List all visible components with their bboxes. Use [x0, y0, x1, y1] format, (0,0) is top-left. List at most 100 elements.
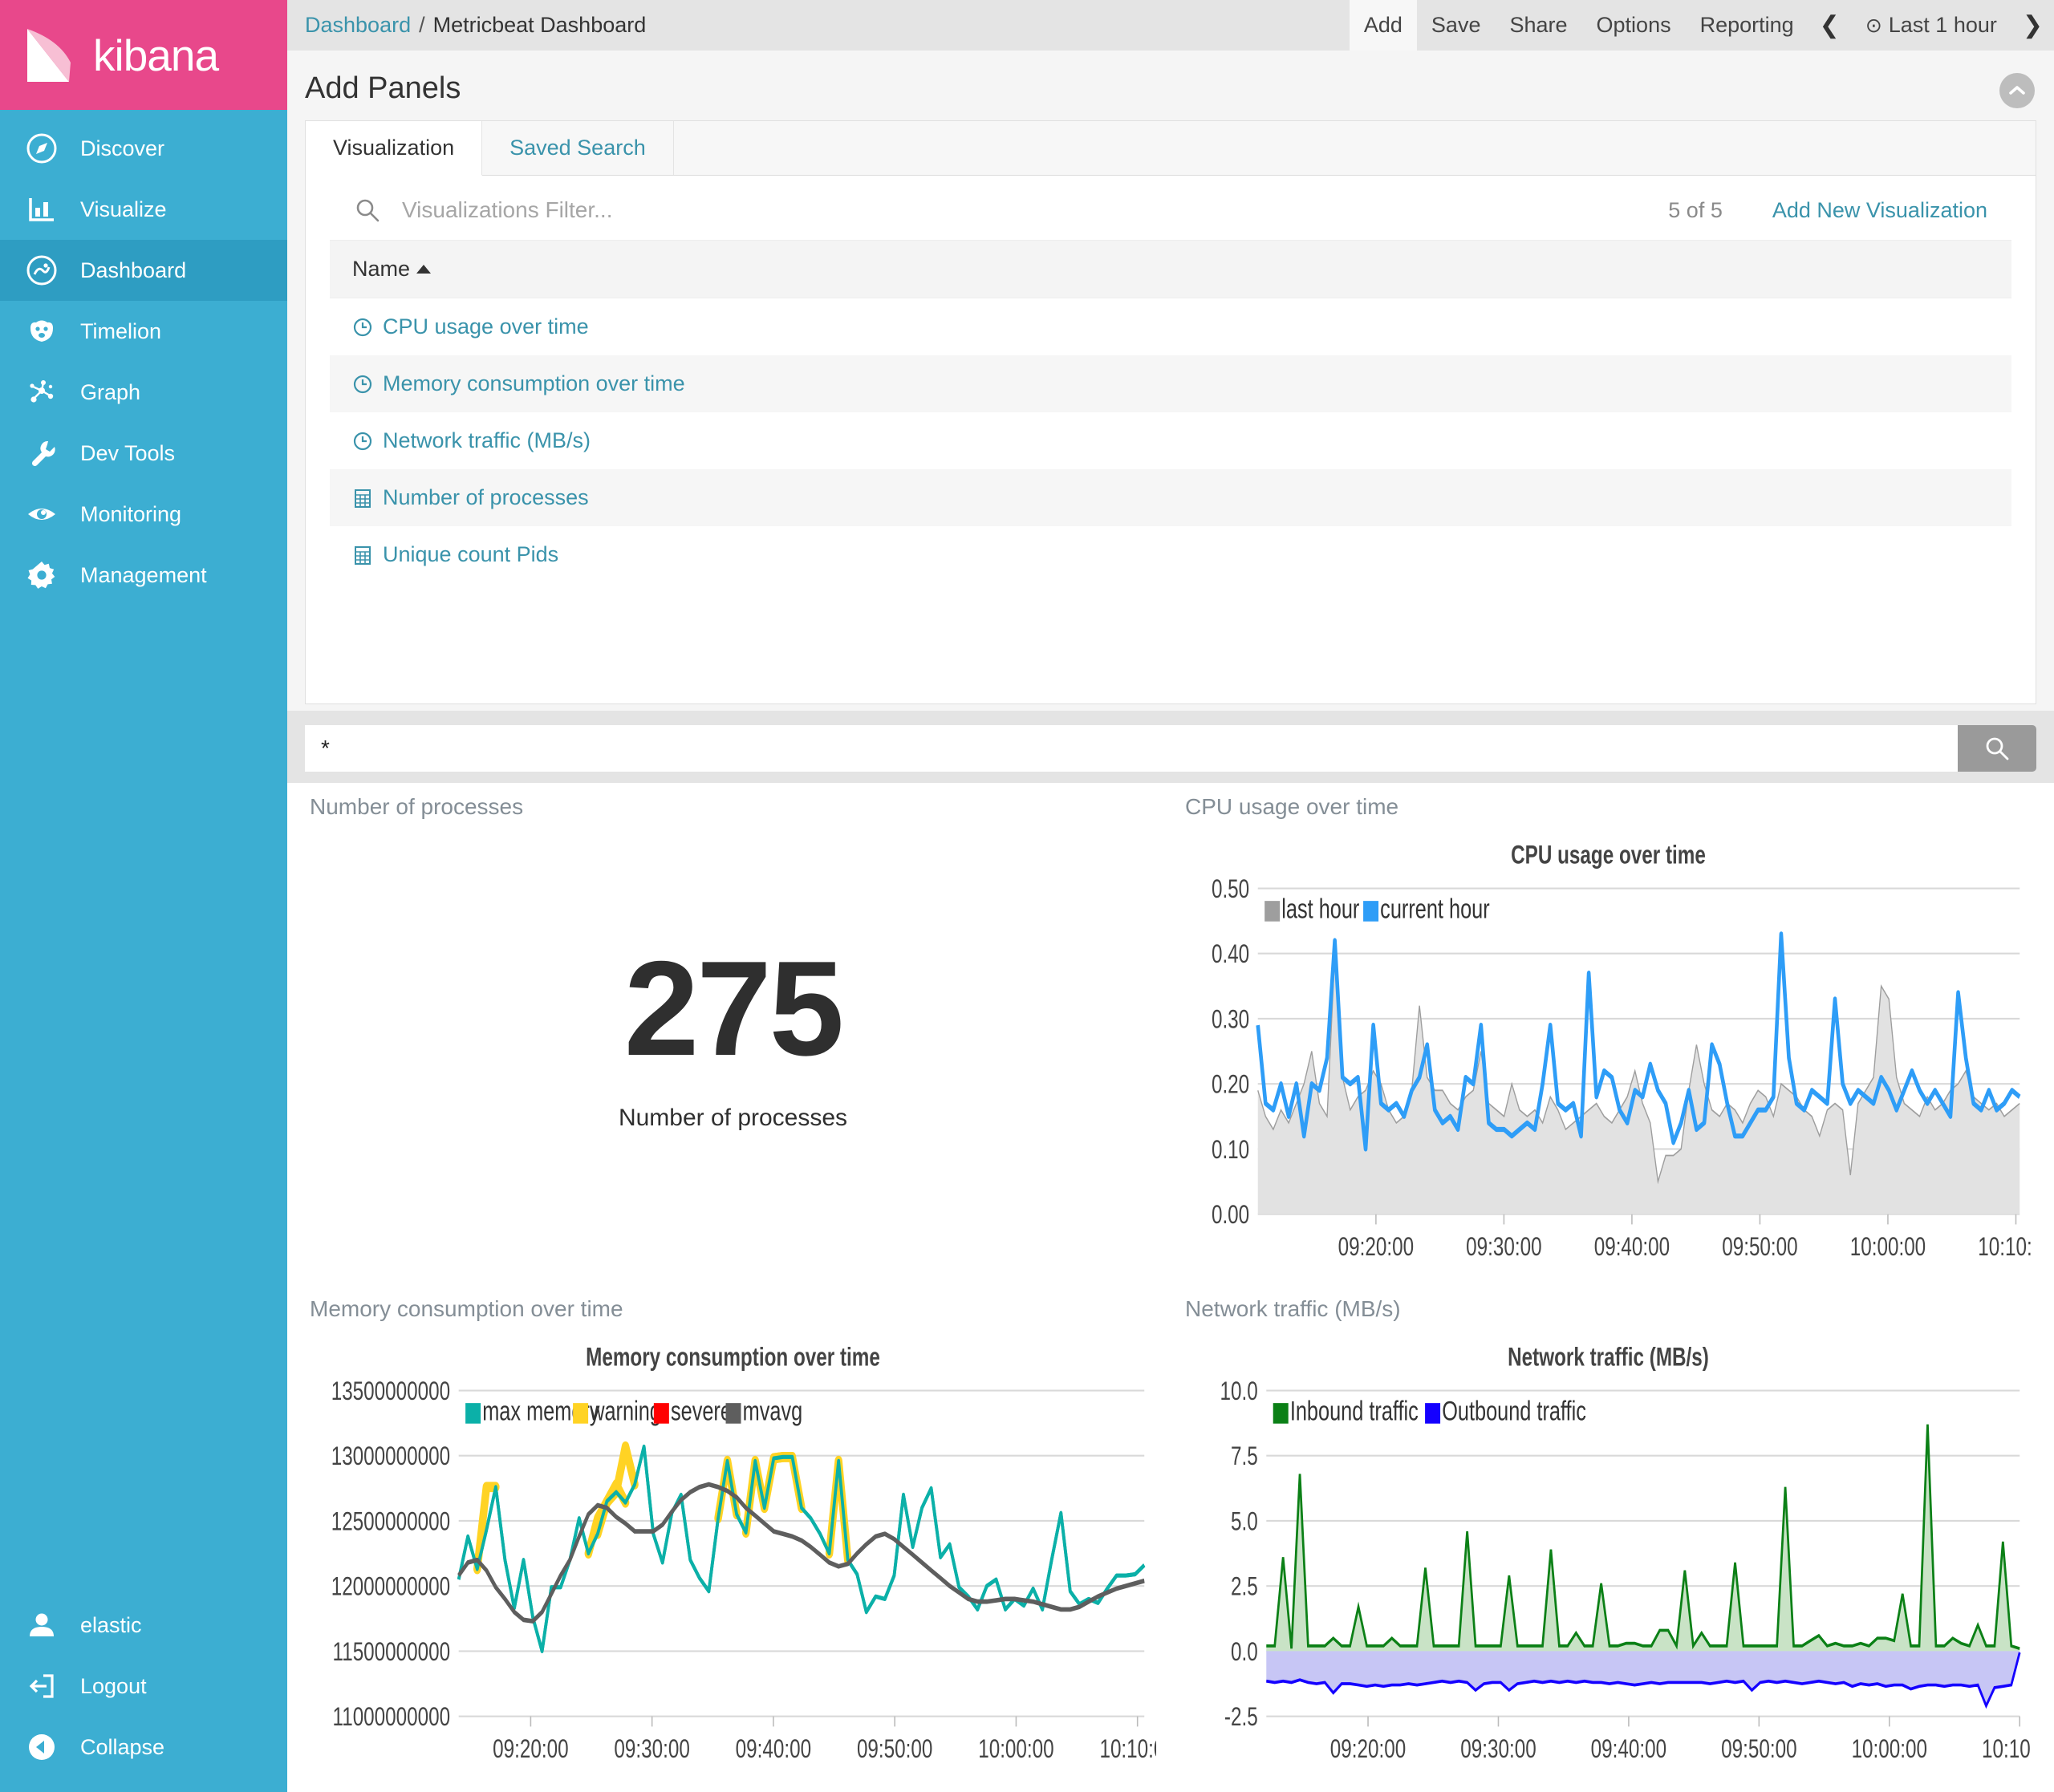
breadcrumb-current: Metricbeat Dashboard: [433, 13, 647, 38]
topnav-reporting[interactable]: Reporting: [1686, 0, 1808, 51]
sidebar-bottom-nav: elastic Logout Collapse: [0, 1595, 287, 1778]
time-range-picker[interactable]: ⊙ Last 1 hour: [1851, 0, 2011, 51]
compass-icon: [24, 131, 59, 166]
main-area: Dashboard / Metricbeat Dashboard Add Sav…: [287, 0, 2054, 1792]
svg-text:09:30:00: 09:30:00: [1460, 1734, 1536, 1763]
sidebar-item-label: Dashboard: [80, 258, 186, 283]
search-input[interactable]: [305, 725, 1958, 772]
visualizations-table: Name CPU usage over time Memory cons: [330, 240, 2011, 703]
cpu-usage-chart[interactable]: CPU usage over time0.000.100.200.300.400…: [1185, 825, 2032, 1280]
svg-text:10:00:00: 10:00:00: [1852, 1734, 1927, 1763]
table-row[interactable]: CPU usage over time: [330, 298, 2011, 355]
sidebar-item-graph[interactable]: Graph: [0, 362, 287, 423]
visualization-link[interactable]: Network traffic (MB/s): [383, 428, 591, 453]
sidebar-item-timelion[interactable]: Timelion: [0, 301, 287, 362]
topnav-add[interactable]: Add: [1350, 0, 1417, 51]
sort-asc-icon: [416, 265, 431, 274]
add-panels-section: Add Panels Visualization Saved Search: [287, 51, 2054, 711]
svg-text:10:00:00: 10:00:00: [1850, 1232, 1926, 1261]
visualization-link[interactable]: Unique count Pids: [383, 542, 558, 567]
svg-text:0.20: 0.20: [1212, 1070, 1249, 1099]
svg-text:severe: severe: [671, 1397, 732, 1426]
breadcrumb-root[interactable]: Dashboard: [305, 13, 411, 38]
svg-text:11000000000: 11000000000: [333, 1703, 451, 1732]
visualization-link[interactable]: CPU usage over time: [383, 314, 589, 339]
sidebar-item-logout[interactable]: Logout: [0, 1656, 287, 1717]
svg-text:10:10:00: 10:10:00: [1978, 1232, 2032, 1261]
top-bar: Dashboard / Metricbeat Dashboard Add Sav…: [287, 0, 2054, 51]
table-row[interactable]: Memory consumption over time: [330, 355, 2011, 412]
sidebar-item-visualize[interactable]: Visualize: [0, 179, 287, 240]
add-new-visualization-link[interactable]: Add New Visualization: [1772, 198, 1987, 223]
sidebar-item-monitoring[interactable]: Monitoring: [0, 484, 287, 545]
sidebar-item-user[interactable]: elastic: [0, 1595, 287, 1656]
sidebar-item-label: Timelion: [80, 319, 161, 344]
svg-text:09:30:00: 09:30:00: [614, 1734, 689, 1763]
kibana-logo-icon: [21, 26, 80, 85]
topnav-options[interactable]: Options: [1582, 0, 1686, 51]
table-row[interactable]: Number of processes: [330, 469, 2011, 526]
svg-text:Memory consumption over time: Memory consumption over time: [586, 1343, 880, 1372]
panel-memory-consumption: Memory consumption over time Memory cons…: [295, 1285, 1171, 1787]
topnav-save[interactable]: Save: [1417, 0, 1496, 51]
time-prev-button[interactable]: ❮: [1808, 0, 1851, 51]
time-next-button[interactable]: ❯: [2011, 0, 2054, 51]
panel-network-traffic: Network traffic (MB/s) Network traffic (…: [1171, 1285, 2046, 1787]
svg-text:09:40:00: 09:40:00: [1591, 1734, 1666, 1763]
panel-body: 275 Number of processes: [310, 825, 1156, 1280]
panel-body: CPU usage over time0.000.100.200.300.400…: [1185, 825, 2032, 1280]
svg-text:09:20:00: 09:20:00: [493, 1734, 568, 1763]
svg-text:11500000000: 11500000000: [333, 1637, 451, 1666]
svg-text:09:20:00: 09:20:00: [1330, 1734, 1406, 1763]
tab-saved-search[interactable]: Saved Search: [482, 121, 674, 175]
network-traffic-chart[interactable]: Network traffic (MB/s)-2.50.02.55.07.510…: [1185, 1327, 2032, 1782]
add-panels-card: Visualization Saved Search 5 of 5 Add Ne…: [305, 120, 2036, 704]
svg-text:Network traffic (MB/s): Network traffic (MB/s): [1508, 1343, 1709, 1372]
table-row[interactable]: Unique count Pids: [330, 526, 2011, 583]
table-empty-space: [330, 583, 2011, 703]
svg-text:09:50:00: 09:50:00: [857, 1734, 932, 1763]
svg-text:CPU usage over time: CPU usage over time: [1511, 841, 1706, 870]
search-icon: [354, 197, 381, 224]
table-header-name[interactable]: Name: [330, 240, 2011, 298]
search-button[interactable]: [1958, 725, 2036, 772]
panel-title: CPU usage over time: [1185, 794, 2032, 825]
svg-text:10:10:00: 10:10:00: [1099, 1734, 1156, 1763]
memory-consumption-chart[interactable]: Memory consumption over time 11000000000 1…: [310, 1327, 1156, 1782]
panel-number-of-processes: Number of processes 275 Number of proces…: [295, 783, 1171, 1285]
table-icon: [352, 545, 373, 566]
page-title: Add Panels: [287, 51, 2054, 120]
sidebar-item-dashboard[interactable]: Dashboard: [0, 240, 287, 301]
tab-visualization[interactable]: Visualization: [306, 121, 482, 176]
visualizations-filter-input[interactable]: [402, 197, 787, 223]
svg-text:warning: warning: [589, 1397, 661, 1426]
svg-text:5.0: 5.0: [1231, 1507, 1258, 1536]
panel-cpu-usage: CPU usage over time CPU usage over time 0…: [1171, 783, 2046, 1285]
visualization-link[interactable]: Memory consumption over time: [383, 371, 685, 396]
eye-icon: [24, 497, 59, 532]
svg-text:0.10: 0.10: [1212, 1135, 1249, 1164]
sidebar-item-discover[interactable]: Discover: [0, 118, 287, 179]
svg-text:09:50:00: 09:50:00: [1722, 1232, 1797, 1261]
sidebar-item-management[interactable]: Management: [0, 545, 287, 606]
svg-text:-2.5: -2.5: [1224, 1703, 1258, 1732]
sidebar-item-collapse[interactable]: Collapse: [0, 1717, 287, 1778]
table-row[interactable]: Network traffic (MB/s): [330, 412, 2011, 469]
visualization-count: 5 of 5: [1668, 198, 1723, 223]
svg-text:09:50:00: 09:50:00: [1721, 1734, 1796, 1763]
chevron-up-icon[interactable]: [1999, 73, 2035, 108]
svg-text:09:40:00: 09:40:00: [1594, 1232, 1670, 1261]
column-header-label: Name: [352, 257, 410, 282]
visualization-link[interactable]: Number of processes: [383, 485, 589, 510]
panel-title: Number of processes: [310, 794, 1156, 825]
sidebar-item-label: Monitoring: [80, 502, 181, 527]
top-nav: Add Save Share Options Reporting ❮ ⊙ Las…: [1350, 0, 2054, 51]
filter-row: 5 of 5 Add New Visualization: [306, 176, 2036, 240]
panel-body: Memory consumption over time 11000000000 1…: [310, 1327, 1156, 1782]
svg-text:7.5: 7.5: [1231, 1442, 1258, 1471]
topnav-share[interactable]: Share: [1495, 0, 1581, 51]
svg-text:0.00: 0.00: [1212, 1201, 1249, 1230]
sidebar-item-dev-tools[interactable]: Dev Tools: [0, 423, 287, 484]
svg-text:last hour: last hour: [1281, 894, 1359, 924]
filter-search-wrap: [330, 197, 1668, 224]
